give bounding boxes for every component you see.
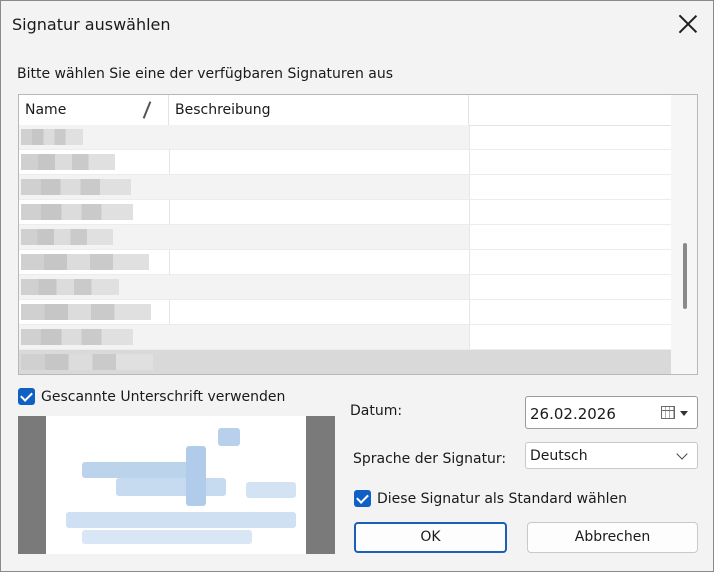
signature-stroke — [82, 462, 202, 478]
list-item[interactable] — [19, 150, 671, 175]
list-item-name — [19, 300, 170, 324]
column-header-description[interactable]: Beschreibung — [169, 95, 469, 125]
redacted-text — [21, 279, 119, 295]
list-item-name — [19, 250, 170, 274]
chevron-down-icon — [676, 448, 688, 460]
redacted-text — [21, 204, 133, 220]
signature-stroke — [116, 478, 226, 496]
list-item-filler — [469, 325, 671, 349]
dialog-title: Signatur auswählen — [12, 15, 171, 34]
list-item-filler — [469, 175, 671, 199]
list-item[interactable] — [19, 125, 671, 150]
list-item-filler — [469, 200, 671, 224]
list-item-description — [169, 275, 470, 299]
redacted-text — [21, 329, 133, 345]
list-item[interactable] — [19, 200, 671, 225]
language-value: Deutsch — [530, 448, 588, 464]
list-item-description — [169, 200, 470, 224]
list-item[interactable] — [19, 225, 671, 250]
scan-signature-checkbox[interactable] — [18, 388, 35, 405]
language-select[interactable]: Deutsch — [525, 442, 698, 469]
list-item-name — [19, 325, 170, 349]
column-header-name-label: Name — [25, 102, 67, 118]
list-rows — [19, 125, 671, 374]
list-item-name — [19, 275, 170, 299]
signature-preview — [18, 416, 335, 554]
redacted-text — [21, 254, 149, 270]
signature-dialog: Signatur auswählen Bitte wählen Sie eine… — [0, 0, 714, 572]
calendar-icon[interactable] — [661, 406, 675, 419]
redacted-text — [21, 179, 131, 195]
signature-list[interactable]: Name Beschreibung — [18, 94, 698, 375]
column-header-description-label: Beschreibung — [175, 102, 271, 118]
column-header-name[interactable]: Name — [19, 95, 169, 125]
list-item-description — [169, 325, 470, 349]
list-item-name — [19, 150, 170, 174]
list-item-name — [19, 125, 170, 149]
list-header: Name Beschreibung — [19, 95, 679, 126]
sort-icon — [142, 101, 152, 119]
list-item-filler — [469, 225, 671, 249]
redacted-text — [21, 129, 83, 145]
signature-stroke — [66, 512, 296, 528]
list-item-filler — [469, 275, 671, 299]
language-label: Sprache der Signatur: — [353, 451, 507, 467]
default-signature-checkbox-row[interactable]: Diese Signatur als Standard wählen — [354, 490, 627, 507]
redacted-text — [21, 304, 151, 320]
list-item[interactable] — [19, 325, 671, 350]
list-item[interactable] — [19, 175, 671, 200]
list-item[interactable] — [19, 250, 671, 275]
list-item[interactable] — [19, 275, 671, 300]
title-bar: Signatur auswählen — [1, 1, 713, 49]
list-item-filler — [469, 125, 671, 149]
list-item-description — [169, 125, 470, 149]
scan-signature-label: Gescannte Unterschrift verwenden — [41, 388, 286, 405]
default-signature-checkbox[interactable] — [354, 490, 371, 507]
list-item-filler — [469, 300, 671, 324]
list-item-name — [19, 350, 170, 374]
signature-stroke — [186, 446, 206, 506]
cancel-button[interactable]: Abbrechen — [527, 522, 698, 553]
list-scrollbar[interactable] — [671, 95, 697, 374]
ok-button[interactable]: OK — [354, 522, 507, 553]
redacted-text — [21, 354, 153, 370]
signature-stroke — [218, 428, 240, 446]
list-item[interactable] — [19, 350, 671, 374]
redacted-text — [21, 154, 115, 170]
list-item-description — [169, 175, 470, 199]
date-value: 26.02.2026 — [530, 405, 616, 423]
list-item-description — [169, 350, 470, 374]
list-item-filler — [469, 150, 671, 174]
prompt-text: Bitte wählen Sie eine der verfügbaren Si… — [17, 66, 394, 82]
scan-signature-checkbox-row[interactable]: Gescannte Unterschrift verwenden — [18, 388, 285, 405]
list-item-filler — [469, 250, 671, 274]
date-label: Datum: — [350, 403, 403, 419]
signature-stroke — [82, 530, 252, 544]
list-item-name — [19, 200, 170, 224]
signature-image — [46, 416, 306, 554]
list-item-name — [19, 175, 170, 199]
list-item[interactable] — [19, 300, 671, 325]
default-signature-label: Diese Signatur als Standard wählen — [377, 490, 627, 507]
dropdown-arrow-icon[interactable] — [680, 411, 688, 416]
redacted-text — [21, 229, 113, 245]
list-item-description — [169, 250, 470, 274]
scrollbar-thumb[interactable] — [683, 243, 687, 309]
close-icon[interactable] — [677, 13, 699, 35]
list-item-description — [169, 150, 470, 174]
list-item-description — [169, 225, 470, 249]
list-item-filler — [469, 350, 671, 374]
date-picker[interactable]: 26.02.2026 — [525, 396, 698, 429]
list-item-description — [169, 300, 470, 324]
signature-stroke — [246, 482, 296, 498]
list-item-name — [19, 225, 170, 249]
